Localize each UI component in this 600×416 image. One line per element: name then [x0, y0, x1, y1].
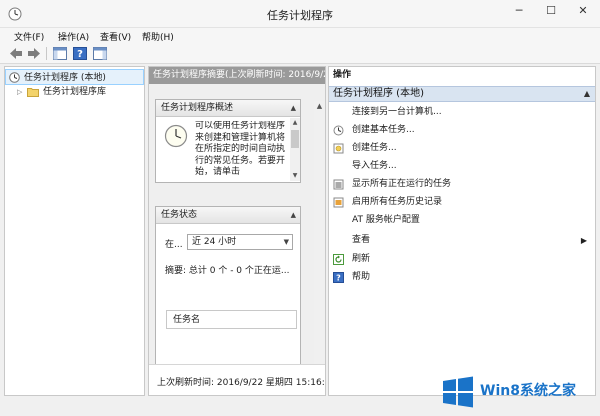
- action-import-task[interactable]: 导入任务...: [329, 158, 595, 175]
- overview-section-header[interactable]: 任务计划程序概述 ▲: [156, 100, 300, 117]
- svg-text:?: ?: [77, 49, 83, 60]
- action-label: 查看: [352, 235, 371, 245]
- site-watermark: Win8系统之家: [436, 370, 598, 414]
- last-refresh-text: 上次刷新时间: 2016/9/22 星期四 15:16:: [157, 378, 325, 388]
- summary-scrollbar[interactable]: ▲ ▼: [314, 101, 325, 381]
- action-label: 连接到另一台计算机...: [352, 107, 442, 117]
- action-at-service[interactable]: AT 服务帐户配置: [329, 212, 595, 229]
- back-arrow-icon[interactable]: [8, 46, 24, 61]
- action-show-running[interactable]: 显示所有正在运行的任务: [329, 176, 595, 193]
- menu-bar: 文件(F) 操作(A) 查看(V) 帮助(H): [0, 28, 600, 44]
- scroll-up-icon[interactable]: ▲: [314, 101, 325, 112]
- clock-icon: [164, 124, 188, 148]
- console-tree-icon[interactable]: [52, 46, 68, 61]
- scroll-up-icon[interactable]: ▲: [290, 118, 300, 128]
- tree-item-library[interactable]: ▷ 任务计划程序库: [5, 84, 144, 100]
- action-label: 显示所有正在运行的任务: [352, 179, 452, 189]
- submenu-arrow-icon: ▶: [580, 236, 587, 245]
- help-icon[interactable]: ?: [72, 46, 88, 61]
- scroll-thumb[interactable]: [291, 130, 299, 148]
- action-label: 创建任务...: [352, 143, 397, 153]
- forward-arrow-icon[interactable]: [26, 46, 42, 61]
- help-icon: ?: [333, 272, 344, 283]
- action-label: AT 服务帐户配置: [352, 215, 420, 225]
- task-table: 任务名: [166, 310, 297, 370]
- task-status-title: 任务状态: [161, 210, 198, 220]
- task-table-header[interactable]: 任务名: [166, 310, 297, 329]
- action-label: 启用所有任务历史记录: [352, 197, 443, 207]
- action-refresh[interactable]: 刷新: [329, 251, 595, 268]
- minimize-button[interactable]: ─: [504, 0, 534, 22]
- overview-text: 可以使用任务计划程序来创建和管理计算机将在所指定的时间自动执行的常见任务。若要开…: [195, 121, 286, 178]
- create-task-icon: [333, 143, 344, 154]
- clock-icon: [9, 72, 20, 83]
- chevron-down-icon: ▼: [283, 238, 289, 246]
- status-period-value: 近 24 小时: [192, 237, 237, 247]
- action-label: 刷新: [352, 254, 371, 264]
- actions-section-header[interactable]: 任务计划程序 (本地) ▲: [329, 86, 595, 102]
- status-summary: 摘要: 总计 0 个 - 0 个正在运...: [165, 266, 290, 276]
- overview-section-title: 任务计划程序概述: [161, 103, 234, 113]
- expand-icon[interactable]: ▷: [17, 84, 22, 100]
- summary-pane-header: 任务计划程序摘要(上次刷新时间: 2016/9/22: [149, 67, 325, 84]
- title-bar: 任务计划程序 ─ ☐ ✕: [0, 0, 600, 28]
- action-connect[interactable]: 连接到另一台计算机...: [329, 104, 595, 121]
- toolbar: ?: [0, 44, 600, 64]
- action-create-task[interactable]: 创建任务...: [329, 140, 595, 157]
- actions-pane: 操作 任务计划程序 (本地) ▲ 连接到另一台计算机... 创建基本任务... …: [328, 66, 596, 396]
- basic-task-icon: [333, 125, 344, 136]
- collapse-icon[interactable]: ▲: [291, 100, 296, 117]
- maximize-button[interactable]: ☐: [536, 0, 566, 22]
- action-enable-history[interactable]: 启用所有任务历史记录: [329, 194, 595, 211]
- action-label: 导入任务...: [352, 161, 397, 171]
- refresh-icon: [333, 254, 344, 265]
- status-period-select[interactable]: 近 24 小时 ▼: [187, 234, 293, 250]
- menu-action[interactable]: 操作(A): [58, 30, 89, 43]
- running-tasks-icon: [333, 179, 344, 190]
- tree-item-root[interactable]: 任务计划程序 (本地): [5, 69, 144, 85]
- action-create-basic-task[interactable]: 创建基本任务...: [329, 122, 595, 139]
- windows-logo-icon: [443, 376, 473, 408]
- collapse-icon[interactable]: ▲: [291, 207, 296, 224]
- history-icon: [333, 197, 344, 208]
- menu-file[interactable]: 文件(F): [14, 30, 44, 43]
- navigation-tree: 任务计划程序 (本地) ▷ 任务计划程序库: [4, 66, 145, 396]
- tree-item-label: 任务计划程序库: [43, 87, 107, 97]
- menu-view[interactable]: 查看(V): [100, 30, 131, 43]
- action-label: 创建基本任务...: [352, 125, 415, 135]
- toolbar-separator: [46, 47, 47, 60]
- svg-text:?: ?: [336, 274, 341, 283]
- overview-section: 任务计划程序概述 ▲ 可以使用任务计划程序来创建和管理计算机将在所指定的时间自动…: [155, 99, 301, 183]
- action-label: 帮助: [352, 272, 371, 282]
- action-pane-icon[interactable]: [92, 46, 108, 61]
- actions-section-title: 任务计划程序 (本地): [333, 88, 424, 99]
- scroll-down-icon[interactable]: ▼: [290, 171, 300, 181]
- close-button[interactable]: ✕: [568, 0, 598, 22]
- task-status-header[interactable]: 任务状态 ▲: [156, 207, 300, 224]
- menu-help[interactable]: 帮助(H): [142, 30, 174, 43]
- status-period-label: 在...: [165, 240, 183, 250]
- folder-icon: [27, 88, 39, 97]
- collapse-icon[interactable]: ▲: [584, 87, 590, 101]
- overview-scrollbar[interactable]: ▲ ▼: [290, 118, 300, 181]
- action-help[interactable]: ? 帮助: [329, 269, 595, 286]
- action-view[interactable]: 查看 ▶: [329, 232, 595, 249]
- actions-pane-title: 操作: [329, 67, 595, 84]
- watermark-text: Win8系统之家: [480, 383, 576, 399]
